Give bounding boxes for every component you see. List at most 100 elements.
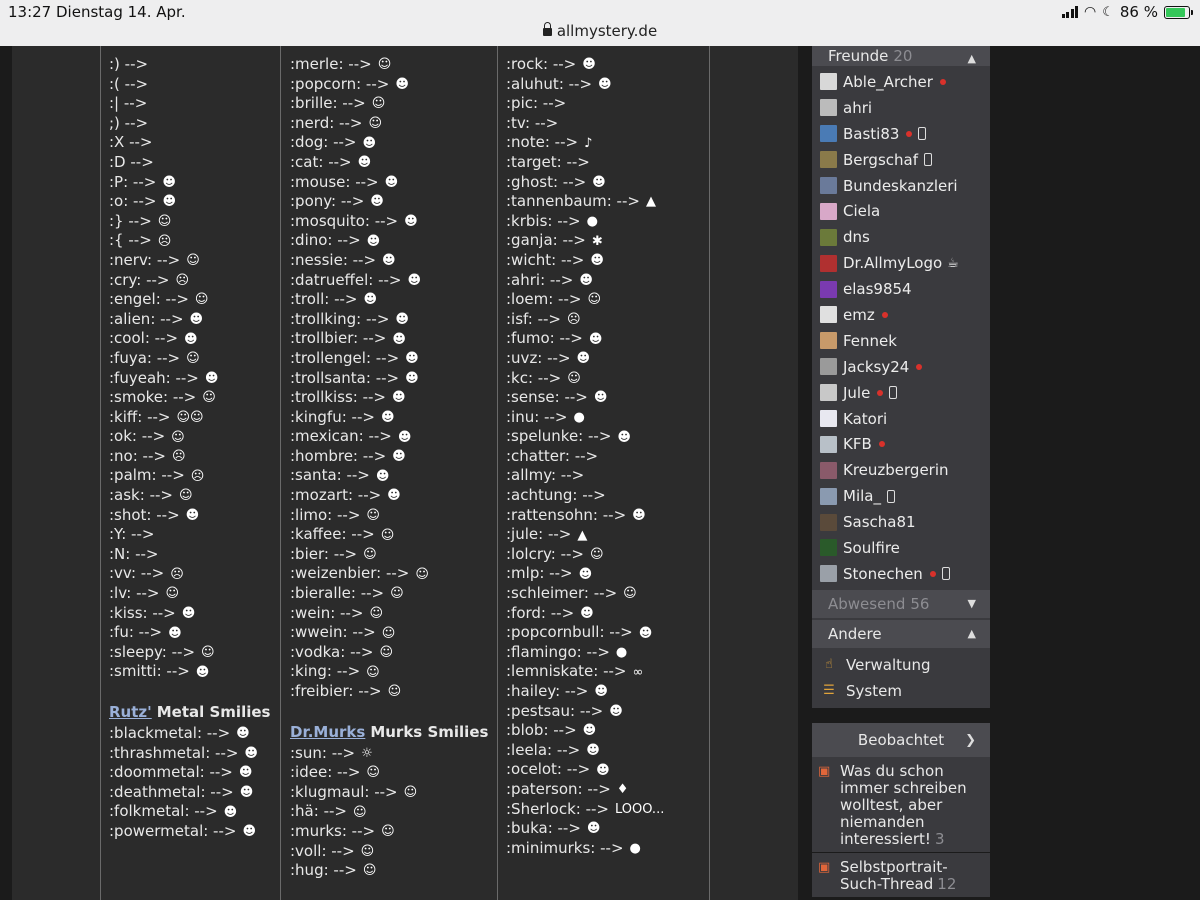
smiley-code: :kiss: --> xyxy=(109,603,176,622)
smiley-code: :ford: --> xyxy=(506,603,575,622)
smiley-code: :voll: --> xyxy=(290,841,355,860)
smiley-row: :wwein: --> ☺ xyxy=(290,623,488,643)
smiley-code: :aluhut: --> xyxy=(506,74,593,93)
smiley-row: :trollbier: --> ☻ xyxy=(290,329,488,349)
smiley-code: :cat: --> xyxy=(290,152,352,171)
smiley-icon: ☻ xyxy=(617,429,631,445)
smiley-icon: ☺ xyxy=(587,292,602,308)
mobile-icon xyxy=(918,127,927,141)
friend-item[interactable]: Ciela xyxy=(812,198,990,224)
smiley-icon: ✱ xyxy=(591,233,603,249)
smiley-icon: ☻ xyxy=(594,684,608,700)
author-link[interactable]: Rutz' xyxy=(109,703,152,723)
friend-item[interactable]: Jule xyxy=(812,380,990,406)
smiley-icon: ☻ xyxy=(162,194,177,210)
friend-item[interactable]: Able_Archer xyxy=(812,69,990,95)
friend-item[interactable]: Sascha81 xyxy=(812,509,990,535)
watched-thread[interactable]: ▣ Was du schon immer schreiben wolltest, … xyxy=(812,757,990,852)
smiley-row: :kingfu: --> ☻ xyxy=(290,408,488,428)
friend-item[interactable]: Fennek xyxy=(812,328,990,354)
smiley-row: :sleepy: --> ☺ xyxy=(109,643,270,663)
watched-thread[interactable]: ▣ Selbstportrait-Such-Thread 12 xyxy=(812,853,990,897)
smiley-code: :ocelot: --> xyxy=(506,760,591,779)
smiley-icon: ☹ xyxy=(170,566,184,582)
smiley-column-3: :rock: --> ☻:aluhut: --> ☻:pic: -->:tv: --… xyxy=(506,55,664,858)
friend-item[interactable]: Mila_ xyxy=(812,483,990,509)
smiley-row: :krbis: --> ● xyxy=(506,212,664,232)
smiley-row: :merle: --> ☺ xyxy=(290,55,488,75)
smiley-icon: ☻ xyxy=(181,605,196,621)
smiley-code: :santa: --> xyxy=(290,466,370,485)
smiley-row: :wein: --> ☺ xyxy=(290,604,488,624)
friend-item[interactable]: Soulfire xyxy=(812,535,990,561)
smiley-code: :trollengel: --> xyxy=(290,348,400,367)
smiley-code: :chatter: --> xyxy=(506,446,599,465)
avatar xyxy=(820,435,837,453)
friend-item[interactable]: ahri xyxy=(812,95,990,121)
smiley-row: :mosquito: --> ☻ xyxy=(290,212,488,232)
smiley-icon: ☻ xyxy=(405,370,419,386)
friend-item[interactable]: Bergschaf xyxy=(812,147,990,173)
smiley-row: :chatter: --> xyxy=(506,447,664,467)
smiley-row: :powermetal: --> ☻ xyxy=(109,822,270,842)
friend-item[interactable]: Kreuzbergerin xyxy=(812,457,990,483)
smiley-icon: ☻ xyxy=(384,174,399,190)
friend-item[interactable]: Katori xyxy=(812,406,990,432)
friend-name: Bergschaf xyxy=(843,150,918,169)
signal-icon xyxy=(1061,6,1079,18)
friend-item[interactable]: Bundeskanzleri xyxy=(812,173,990,199)
smiley-row: :no: --> ☹ xyxy=(109,447,270,467)
smiley-row: :ganja: --> ✱ xyxy=(506,231,664,251)
smiley-code: :sense: --> xyxy=(506,388,588,407)
away-header[interactable]: Abwesend 56 ▼ xyxy=(812,589,990,618)
smiley-column-1: :) -->:( -->:| -->;) -->:X -->:D -->:P: … xyxy=(109,55,270,842)
friend-name: Ciela xyxy=(843,202,881,221)
smiley-row: :weizenbier: --> ☺ xyxy=(290,564,488,584)
friend-item[interactable]: KFB xyxy=(812,431,990,457)
friends-header[interactable]: Freunde 20 ▲ xyxy=(812,46,990,66)
friend-item[interactable]: Stonechen xyxy=(812,561,990,587)
other-item[interactable]: ☰ System xyxy=(812,678,990,704)
chevron-down-icon: ▼ xyxy=(967,597,976,611)
friend-item[interactable]: Basti83 xyxy=(812,121,990,147)
column-divider xyxy=(280,46,281,900)
friend-item[interactable]: dns xyxy=(812,224,990,250)
author-link[interactable]: Dr.Murks xyxy=(290,723,365,743)
friend-name: dns xyxy=(843,228,870,247)
other-item[interactable]: ☝ Verwaltung xyxy=(812,652,990,678)
friend-name: KFB xyxy=(843,435,872,454)
smiley-icon: ☻ xyxy=(592,174,606,190)
smiley-icon: ☻ xyxy=(244,745,258,761)
smiley-row: :kc: --> ☺ xyxy=(506,369,664,389)
smiley-row: :vodka: --> ☺ xyxy=(290,643,488,663)
smiley-icon: ▲ xyxy=(577,527,588,543)
smiley-icon: ♦ xyxy=(616,782,629,798)
smiley-code: :hä: --> xyxy=(290,802,347,821)
smiley-code: :pic: --> xyxy=(506,94,567,113)
smiley-row: :blackmetal: --> ☻ xyxy=(109,724,270,744)
friend-item[interactable]: Jacksy24 xyxy=(812,354,990,380)
other-header[interactable]: Andere ▲ xyxy=(812,619,990,648)
column-divider xyxy=(497,46,498,900)
address-bar[interactable]: allmystery.de xyxy=(0,22,1200,40)
friend-item[interactable]: Dr.AllmyLogo ☕ xyxy=(812,250,990,276)
watched-header[interactable]: Beobachtet ❯ xyxy=(812,723,990,757)
avatar xyxy=(820,306,837,324)
smiley-row: :hailey: --> ☻ xyxy=(506,682,664,702)
friend-item[interactable]: elas9854 xyxy=(812,276,990,302)
smiley-row: :} --> ☺ xyxy=(109,212,270,232)
smiley-code: :vv: --> xyxy=(109,564,165,583)
smiley-icon: ☻ xyxy=(395,76,409,92)
smiley-row: ;) --> xyxy=(109,114,270,134)
smiley-icon: ☻ xyxy=(362,135,377,151)
smiley-icon: ☺☺ xyxy=(176,409,204,425)
avatar xyxy=(820,99,837,117)
smiley-icon: ☹ xyxy=(171,449,186,465)
smiley-code: :popcorn: --> xyxy=(290,74,390,93)
friend-item[interactable]: emz xyxy=(812,302,990,328)
smiley-code: :hombre: --> xyxy=(290,446,387,465)
smiley-code: :minimurks: --> xyxy=(506,838,624,857)
smiley-code: :kingfu: --> xyxy=(290,407,375,426)
smiley-icon: ☻ xyxy=(184,331,198,347)
smiley-row: :palm: --> ☹ xyxy=(109,466,270,486)
